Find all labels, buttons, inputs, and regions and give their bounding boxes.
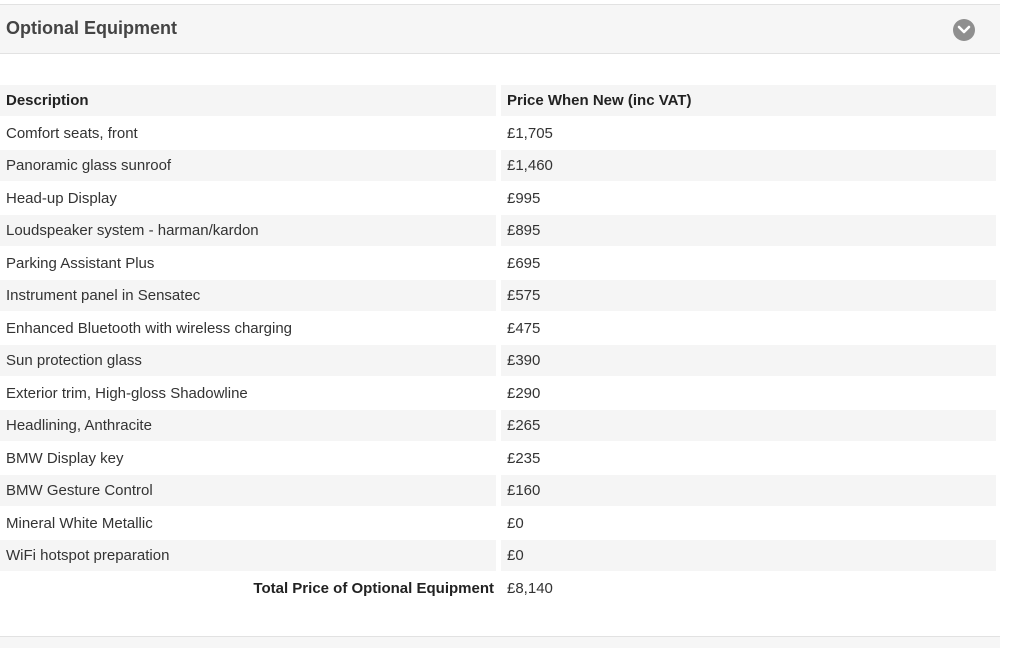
- row-description: Exterior trim, High-gloss Shadowline: [6, 384, 248, 402]
- table-row: Instrument panel in Sensatec £575: [0, 280, 996, 313]
- row-description: WiFi hotspot preparation: [0, 540, 496, 571]
- table-row: Sun protection glass £390: [0, 345, 996, 378]
- table-row: BMW Display key £235: [0, 443, 996, 476]
- row-price: £1,705: [507, 124, 553, 142]
- row-price: £0: [507, 514, 524, 532]
- table-row: WiFi hotspot preparation £0: [0, 540, 996, 573]
- table-row: Enhanced Bluetooth with wireless chargin…: [0, 313, 996, 346]
- table-row: Parking Assistant Plus £695: [0, 248, 996, 281]
- row-price: £290: [507, 384, 541, 402]
- row-price: £575: [501, 280, 996, 311]
- row-price: £995: [507, 189, 541, 207]
- optional-equipment-header[interactable]: Optional Equipment: [0, 4, 1000, 54]
- table-row: BMW Gesture Control £160: [0, 475, 996, 508]
- row-description: Loudspeaker system - harman/kardon: [0, 215, 496, 246]
- row-description: Sun protection glass: [0, 345, 496, 376]
- row-description: Panoramic glass sunroof: [0, 150, 496, 181]
- table-row: Head-up Display £995: [0, 183, 996, 216]
- row-price: £1,460: [501, 150, 996, 181]
- row-description: Parking Assistant Plus: [6, 254, 155, 272]
- row-description: Head-up Display: [6, 189, 117, 207]
- equipment-table: Description Price When New (inc VAT) Com…: [0, 85, 996, 605]
- row-price: £390: [501, 345, 996, 376]
- row-price: £695: [507, 254, 541, 272]
- row-description: Mineral White Metallic: [6, 514, 153, 532]
- row-price: £0: [501, 540, 996, 571]
- table-row: Panoramic glass sunroof £1,460: [0, 150, 996, 183]
- table-row: Mineral White Metallic £0: [0, 508, 996, 541]
- panel-title: Optional Equipment: [6, 18, 177, 38]
- column-header-price: Price When New (inc VAT): [501, 85, 996, 116]
- row-description: Enhanced Bluetooth with wireless chargin…: [6, 319, 293, 337]
- table-row: Headlining, Anthracite £265: [0, 410, 996, 443]
- chevron-down-icon[interactable]: [953, 19, 975, 41]
- total-label: Total Price of Optional Equipment: [253, 579, 494, 597]
- row-price: £235: [507, 449, 541, 467]
- row-description: BMW Display key: [6, 449, 124, 467]
- table-header-row: Description Price When New (inc VAT): [0, 85, 996, 118]
- row-description: BMW Gesture Control: [0, 475, 496, 506]
- row-price: £895: [501, 215, 996, 246]
- next-panel-edge: [0, 636, 1000, 648]
- table-row: Exterior trim, High-gloss Shadowline £290: [0, 378, 996, 411]
- row-price: £475: [507, 319, 541, 337]
- row-price: £160: [501, 475, 996, 506]
- row-description: Headlining, Anthracite: [0, 410, 496, 441]
- total-row: Total Price of Optional Equipment £8,140: [0, 573, 996, 606]
- row-description: Instrument panel in Sensatec: [0, 280, 496, 311]
- row-description: Comfort seats, front: [6, 124, 138, 142]
- total-value: £8,140: [507, 579, 553, 597]
- table-row: Comfort seats, front £1,705: [0, 118, 996, 151]
- row-price: £265: [501, 410, 996, 441]
- table-row: Loudspeaker system - harman/kardon £895: [0, 215, 996, 248]
- column-header-description: Description: [0, 85, 496, 116]
